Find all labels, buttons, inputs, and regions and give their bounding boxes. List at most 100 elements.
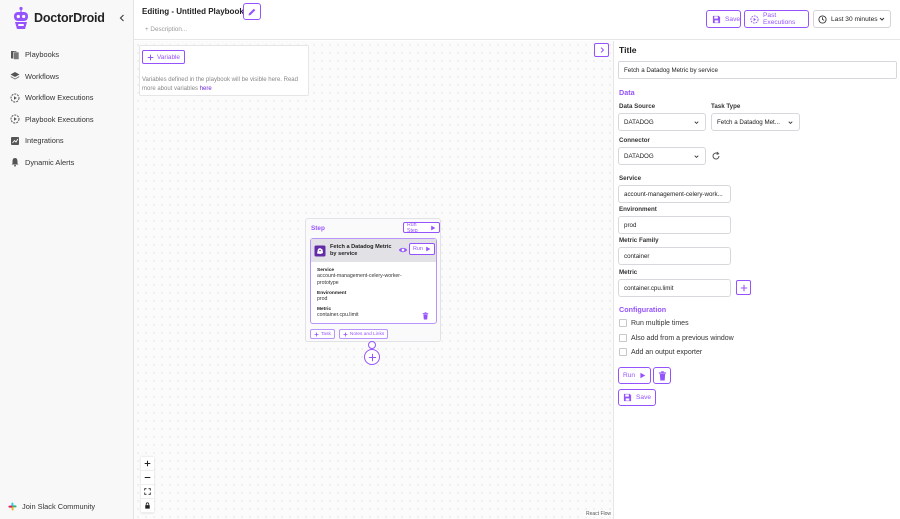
brand-logo[interactable]: DoctorDroid bbox=[12, 6, 105, 30]
page-title: Editing - Untitled Playbook bbox=[142, 7, 244, 16]
checkbox-label: Run multiple times bbox=[631, 319, 689, 327]
lock-canvas-button[interactable] bbox=[141, 499, 154, 513]
step-connector-handle[interactable] bbox=[368, 341, 376, 349]
past-executions-button[interactable]: Past Executions bbox=[744, 10, 809, 28]
droid-logo-icon bbox=[14, 6, 28, 29]
sidebar-item-dynamic-alerts[interactable]: Dynamic Alerts bbox=[0, 152, 133, 174]
service-input[interactable]: account-management-celery-work... bbox=[618, 185, 731, 203]
play-icon bbox=[639, 372, 646, 379]
data-source-select[interactable]: DATADOG bbox=[618, 113, 706, 131]
field-value: prod bbox=[317, 296, 328, 302]
task-card[interactable]: Fetch a Datadog Metric by service Run Se… bbox=[310, 238, 437, 324]
playbook-canvas[interactable]: Variable Variables defined in the playbo… bbox=[134, 41, 613, 519]
output-exporter-checkbox[interactable]: Add an output exporter bbox=[619, 348, 702, 356]
notes-and-links-label: Notes and Links bbox=[349, 331, 385, 337]
metric-value: container.cpu.limit bbox=[624, 284, 674, 292]
variables-hint: Variables defined in the playbook will b… bbox=[142, 76, 310, 93]
metric-family-value: container bbox=[624, 252, 650, 260]
preview-task-button[interactable] bbox=[397, 244, 408, 255]
run-multiple-times-checkbox[interactable]: Run multiple times bbox=[619, 319, 689, 327]
top-bar: Editing - Untitled Playbook + Descriptio… bbox=[134, 0, 900, 40]
run-button[interactable]: Run bbox=[618, 367, 652, 384]
connector-select[interactable]: DATADOG bbox=[618, 147, 706, 165]
add-variable-label: Variable bbox=[157, 53, 180, 61]
save-button-label: Save bbox=[725, 15, 741, 23]
refresh-connectors-button[interactable] bbox=[711, 151, 721, 161]
service-label: Service bbox=[619, 175, 642, 182]
task-type-select[interactable]: Fetch a Datadog Met... bbox=[711, 113, 800, 131]
plus-icon bbox=[144, 460, 151, 467]
title-input[interactable]: Fetch a Datadog Metric by service bbox=[618, 61, 897, 79]
edit-title-button[interactable] bbox=[243, 3, 261, 20]
metric-input[interactable]: container.cpu.limit bbox=[618, 279, 731, 297]
sidebar-nav: Playbooks Workflows Workflow Executions … bbox=[0, 44, 133, 173]
canvas-controls bbox=[141, 457, 154, 513]
step-footer: Task Notes and Links bbox=[310, 329, 389, 339]
sidebar-item-workflows[interactable]: Workflows bbox=[0, 66, 133, 88]
sidebar-item-workflow-executions[interactable]: Workflow Executions bbox=[0, 87, 133, 109]
clock-icon bbox=[818, 14, 827, 24]
title-label: Title bbox=[619, 45, 637, 55]
zoom-out-button[interactable] bbox=[141, 471, 154, 485]
delete-task-button[interactable] bbox=[422, 312, 429, 320]
toggle-panel-button[interactable] bbox=[594, 43, 609, 57]
task-type-value: Fetch a Datadog Met... bbox=[717, 118, 780, 126]
chevron-down-icon bbox=[693, 153, 700, 160]
variables-docs-link[interactable]: here bbox=[200, 86, 212, 92]
floppy-disk-icon bbox=[712, 15, 721, 24]
panel-save-button[interactable]: Save bbox=[618, 389, 657, 406]
plus-icon bbox=[343, 332, 348, 337]
time-range-value: Last 30 minutes bbox=[831, 15, 878, 23]
add-metric-button[interactable] bbox=[736, 280, 751, 295]
zoom-in-button[interactable] bbox=[141, 457, 154, 471]
field-value: container.cpu.limit bbox=[317, 312, 359, 318]
alert-bell-icon bbox=[10, 157, 20, 167]
add-variable-button[interactable]: Variable bbox=[142, 50, 185, 64]
collapse-sidebar-button[interactable] bbox=[117, 13, 127, 23]
trash-icon bbox=[422, 312, 429, 320]
datadog-icon bbox=[314, 245, 326, 257]
previous-window-checkbox[interactable]: Also add from a previous window bbox=[619, 334, 734, 342]
chevron-down-icon bbox=[878, 15, 886, 23]
step-node[interactable]: Step Run Step Fetch a Datadog Metric by … bbox=[305, 218, 441, 342]
run-button-label: Run bbox=[623, 372, 636, 379]
sidebar-item-playbooks[interactable]: Playbooks bbox=[0, 44, 133, 66]
checkbox-box[interactable] bbox=[619, 348, 627, 356]
playbook-executions-icon bbox=[10, 114, 20, 124]
lock-icon bbox=[145, 502, 150, 509]
checkbox-label: Also add from a previous window bbox=[631, 334, 734, 342]
run-step-button[interactable]: Run Step bbox=[403, 222, 440, 234]
checkbox-box[interactable] bbox=[619, 319, 627, 327]
delete-button[interactable] bbox=[653, 367, 671, 384]
metric-family-input[interactable]: container bbox=[618, 247, 731, 265]
chevron-right-icon bbox=[600, 47, 604, 53]
add-description-input[interactable]: + Description... bbox=[145, 26, 187, 33]
data-source-value: DATADOG bbox=[624, 118, 654, 126]
save-button[interactable]: Save bbox=[706, 10, 741, 28]
checkbox-box[interactable] bbox=[619, 334, 627, 342]
integrations-icon bbox=[10, 136, 20, 146]
sidebar-item-label: Dynamic Alerts bbox=[25, 157, 75, 167]
sidebar-item-playbook-executions[interactable]: Playbook Executions bbox=[0, 109, 133, 131]
environment-input[interactable]: prod bbox=[618, 216, 731, 234]
metric-family-label: Metric Family bbox=[619, 237, 659, 244]
data-section-heading: Data bbox=[619, 88, 635, 97]
time-range-select[interactable]: Last 30 minutes bbox=[813, 10, 891, 28]
run-task-button[interactable]: Run bbox=[409, 243, 435, 255]
react-flow-attribution[interactable]: React Flow bbox=[584, 511, 613, 517]
add-task-label: Task bbox=[321, 331, 331, 337]
sidebar-item-integrations[interactable]: Integrations bbox=[0, 130, 133, 152]
notes-and-links-button[interactable]: Notes and Links bbox=[338, 329, 389, 339]
checkbox-label: Add an output exporter bbox=[631, 348, 703, 356]
panel-save-label: Save bbox=[636, 394, 652, 401]
fit-view-button[interactable] bbox=[141, 485, 154, 499]
connector-value: DATADOG bbox=[624, 152, 654, 160]
add-task-button[interactable]: Task bbox=[310, 329, 335, 339]
plus-icon bbox=[147, 54, 154, 61]
task-header: Fetch a Datadog Metric by service Run bbox=[311, 239, 436, 262]
connector-label: Connector bbox=[619, 137, 650, 144]
playbooks-icon bbox=[10, 50, 20, 60]
join-slack-link[interactable]: Join Slack Community bbox=[8, 502, 95, 511]
add-step-button[interactable] bbox=[364, 349, 380, 365]
task-name: Fetch a Datadog Metric by service bbox=[330, 243, 392, 257]
